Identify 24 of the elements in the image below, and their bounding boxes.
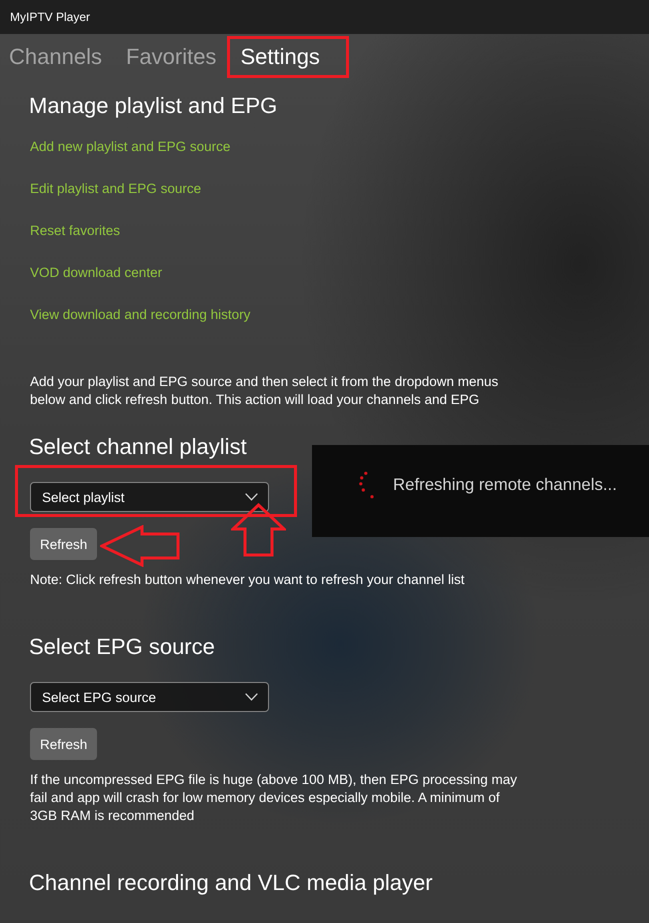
section-heading: Select EPG source (29, 633, 215, 661)
note-text: If the uncompressed EPG file is huge (above 100 MB), then EPG processing may fail and app will crash for low memory devices especially mobile. A minimum of 3GB RAM is recommended (30, 771, 518, 825)
refresh-button[interactable]: Refresh (30, 728, 98, 760)
progress-message: Refreshing remote channels... (393, 475, 617, 495)
description-text: Add your playlist and EPG source and then select it from the dropdown menus below and click refresh button. This action will load your channels and EPG (30, 373, 500, 409)
section-heading: Manage playlist and EPG (29, 92, 278, 120)
refresh-button[interactable]: Refresh (30, 528, 98, 560)
tab[interactable]: Favorites (126, 42, 216, 72)
note-text: Note: Click refresh button whenever you want to refresh your channel list (30, 571, 466, 589)
settings-link[interactable]: View download and recording history (30, 306, 250, 324)
window-title: MyIPTV Player (10, 10, 90, 24)
tab[interactable]: Settings (240, 42, 320, 72)
settings-link[interactable]: Add new playlist and EPG source (30, 138, 230, 156)
settings-link[interactable]: Reset favorites (30, 222, 120, 240)
spinner-icon (358, 471, 376, 499)
section-heading: Channel recording and VLC media player (29, 869, 433, 897)
tab[interactable]: Channels (9, 42, 102, 72)
chevron-down-icon (245, 693, 258, 701)
dropdown[interactable]: Select playlist (30, 482, 269, 512)
settings-link[interactable]: VOD download center (30, 264, 162, 282)
settings-link[interactable]: Edit playlist and EPG source (30, 180, 202, 198)
chevron-down-icon (245, 493, 258, 501)
dropdown[interactable]: Select EPG source (30, 682, 269, 712)
section-heading: Select channel playlist (29, 433, 247, 461)
